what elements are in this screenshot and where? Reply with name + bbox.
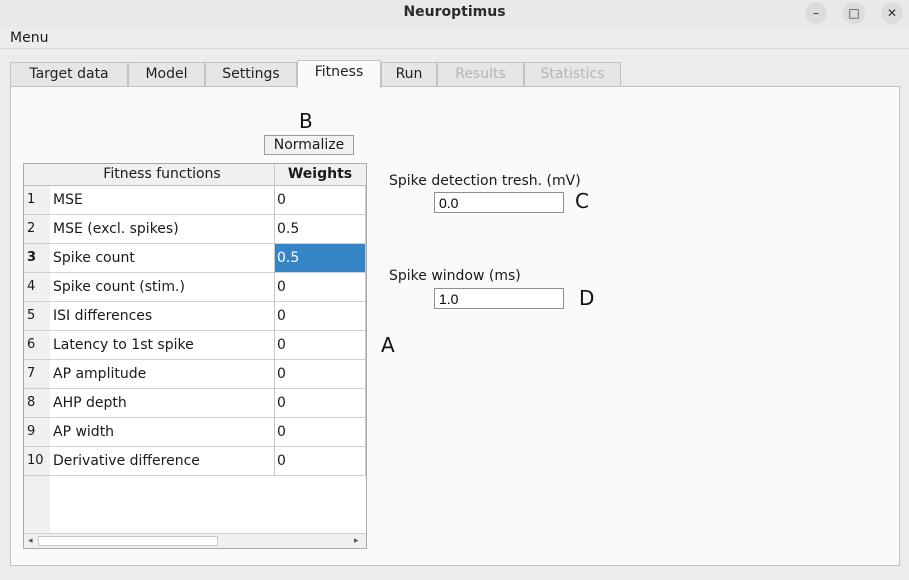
menu-item-menu[interactable]: Menu [10,30,48,46]
weight-cell[interactable]: 0.5 [274,244,366,273]
header-divider [274,164,275,186]
row-number[interactable]: 3 [24,244,50,273]
annotation-b: B [299,109,313,133]
row-number[interactable]: 6 [24,331,50,360]
fitness-function-cell[interactable]: MSE (excl. spikes) [50,215,274,244]
scrollbar-thumb[interactable] [38,536,218,546]
weight-cell[interactable]: 0 [274,389,366,418]
fitness-table: Fitness functions Weights 1 MSE 0 2 MSE (exc… [23,163,367,549]
weight-cell[interactable]: 0 [274,331,366,360]
title-bar: Neuroptimus – □ ✕ [0,0,909,27]
row-number[interactable]: 9 [24,418,50,447]
window-title: Neuroptimus [403,4,506,20]
tab-fitness[interactable]: Fitness [297,60,381,88]
row-number[interactable]: 10 [24,447,50,476]
row-number[interactable]: 1 [24,186,50,215]
annotation-d: D [579,286,595,310]
weight-cell[interactable]: 0 [274,360,366,389]
weight-cell[interactable]: 0.5 [274,215,366,244]
column-header-weights[interactable]: Weights [274,164,366,186]
scroll-right-icon[interactable]: ▸ [354,534,359,548]
fitness-function-cell[interactable]: MSE [50,186,274,215]
tab-statistics: Statistics [524,62,621,87]
fitness-function-cell[interactable]: Spike count (stim.) [50,273,274,302]
tab-results: Results [437,62,524,87]
tab-settings[interactable]: Settings [205,62,297,87]
annotation-c: C [575,189,589,213]
close-button[interactable]: ✕ [881,2,903,24]
normalize-button[interactable]: Normalize [264,135,354,155]
right-border [365,186,366,476]
spike-window-input[interactable] [434,288,564,309]
fitness-function-cell[interactable]: Latency to 1st spike [50,331,274,360]
tab-model[interactable]: Model [128,62,205,87]
weight-cell[interactable]: 0 [274,447,366,476]
fitness-function-cell[interactable]: AHP depth [50,389,274,418]
row-number[interactable]: 5 [24,302,50,331]
tab-run[interactable]: Run [381,62,437,87]
row-number[interactable]: 7 [24,360,50,389]
row-number[interactable]: 2 [24,215,50,244]
tab-target-data[interactable]: Target data [10,62,128,87]
annotation-a: A [381,333,395,357]
fitness-function-cell[interactable]: ISI differences [50,302,274,331]
minimize-button[interactable]: – [805,2,827,24]
column-divider [274,186,275,476]
weight-cell[interactable]: 0 [274,302,366,331]
fitness-function-cell[interactable]: AP width [50,418,274,447]
corner-header [24,164,50,186]
weight-cell[interactable]: 0 [274,418,366,447]
fitness-function-cell[interactable]: AP amplitude [50,360,274,389]
spike-detection-input[interactable] [434,192,564,213]
row-number[interactable]: 8 [24,389,50,418]
horizontal-scrollbar[interactable]: ◂ ▸ [24,533,366,548]
fitness-function-cell[interactable]: Spike count [50,244,274,273]
scroll-left-icon[interactable]: ◂ [28,534,33,548]
weight-cell[interactable]: 0 [274,186,366,215]
row-header-filler [24,476,50,533]
spike-window-label: Spike window (ms) [389,268,521,284]
row-number[interactable]: 4 [24,273,50,302]
spike-detection-label: Spike detection tresh. (mV) [389,173,581,189]
fitness-function-cell[interactable]: Derivative difference [50,447,274,476]
column-header-fitness-functions[interactable]: Fitness functions [50,164,274,186]
weight-cell[interactable]: 0 [274,273,366,302]
maximize-button[interactable]: □ [843,2,865,24]
menu-bar: Menu [0,27,909,49]
